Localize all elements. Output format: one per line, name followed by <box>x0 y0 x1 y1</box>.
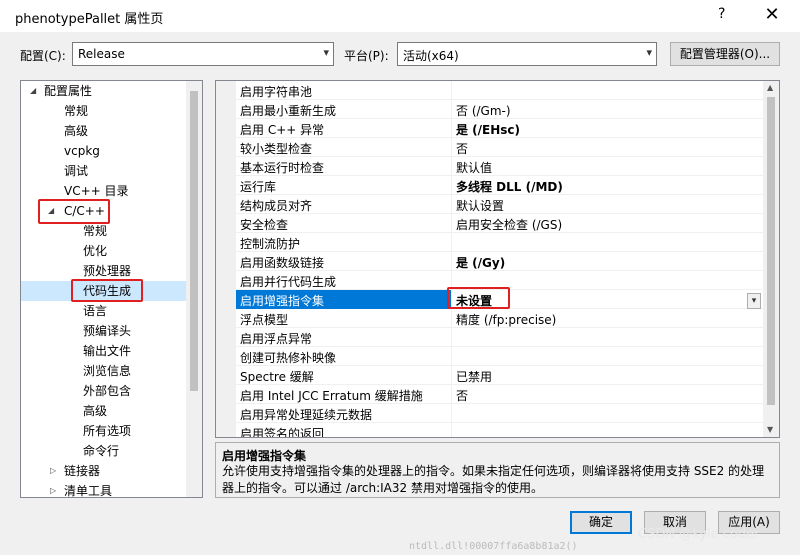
property-pages-dialog: phenotypePallet 属性页 ? ✕ 配置(C): Release ▾… <box>0 0 800 555</box>
property-row[interactable]: 创建可热修补映像 <box>216 347 763 366</box>
ok-button[interactable]: 确定 <box>570 511 632 534</box>
tree-item-external-includes[interactable]: 外部包含 <box>83 381 131 401</box>
property-row[interactable]: 运行库 多线程 DLL (/MD) <box>216 176 763 195</box>
tree-item-cpp-general[interactable]: 常规 <box>83 221 107 241</box>
tree-item-output-files[interactable]: 输出文件 <box>83 341 131 361</box>
tree-scrollbar-thumb[interactable] <box>190 91 198 391</box>
tree-item-debugging[interactable]: 调试 <box>64 161 88 181</box>
property-row[interactable]: 结构成员对齐 默认设置 <box>216 195 763 214</box>
tree-item-command-line[interactable]: 命令行 <box>83 441 119 461</box>
description-text: 允许使用支持增强指令集的处理器上的指令。如果未指定任何选项，则编译器将使用支持 … <box>222 464 765 495</box>
property-row[interactable]: 启用签名的返回 <box>216 423 763 437</box>
property-row[interactable]: 安全检查 启用安全检查 (/GS) <box>216 214 763 233</box>
description-panel: 启用增强指令集 允许使用支持增强指令集的处理器上的指令。如果未指定任何选项，则编… <box>215 442 780 498</box>
tree-item-optimization[interactable]: 优化 <box>83 241 107 261</box>
property-row[interactable]: 启用异常处理延续元数据 <box>216 404 763 423</box>
tree-item-advanced[interactable]: 高级 <box>64 121 88 141</box>
highlight-box <box>71 279 143 302</box>
tree-item-all-options[interactable]: 所有选项 <box>83 421 131 441</box>
chevron-down-icon: ▾ <box>323 46 329 59</box>
title-bar: phenotypePallet 属性页 ? ✕ <box>0 0 800 32</box>
config-combo[interactable]: Release ▾ <box>72 42 334 66</box>
config-value: Release <box>78 47 125 61</box>
collapsed-arrow-icon[interactable]: ▷ <box>50 466 56 475</box>
tree-item-language[interactable]: 语言 <box>83 301 107 321</box>
property-row[interactable]: 启用字符串池 <box>216 81 763 100</box>
grid-scrollbar-thumb[interactable] <box>767 97 775 405</box>
property-row[interactable]: Spectre 缓解 已禁用 <box>216 366 763 385</box>
property-row[interactable]: 启用 Intel JCC Erratum 缓解措施否 <box>216 385 763 404</box>
tree-item-linker[interactable]: 链接器 <box>64 461 100 481</box>
grid-scrollbar[interactable]: ▲ ▼ <box>763 81 779 437</box>
tree-item-browse-info[interactable]: 浏览信息 <box>83 361 131 381</box>
platform-combo[interactable]: 活动(x64) ▾ <box>397 42 657 66</box>
tree-item-vcpkg[interactable]: vcpkg <box>64 141 100 161</box>
config-manager-button[interactable]: 配置管理器(O)... <box>670 42 780 66</box>
tree-scrollbar[interactable] <box>186 81 202 497</box>
property-row[interactable]: 启用函数级链接是 (/Gy) <box>216 252 763 271</box>
highlight-box <box>447 287 510 309</box>
background-code-text: ntdll.dll!00007ffa6a8b81a2() <box>409 541 578 552</box>
property-grid: 启用字符串池 启用最小重新生成否 (/Gm-) 启用 C++ 异常是 (/EHs… <box>215 80 780 438</box>
tree-item-manifest-tool[interactable]: 清单工具 <box>64 481 112 497</box>
property-row[interactable]: 控制流防护 <box>216 233 763 252</box>
scroll-up-icon[interactable]: ▲ <box>767 83 773 92</box>
property-row[interactable]: 启用浮点异常 <box>216 328 763 347</box>
window-title: phenotypePallet 属性页 <box>15 12 164 27</box>
watermark: CSDN @kyle coder <box>638 527 760 542</box>
expanded-arrow-icon[interactable]: ◢ <box>30 86 36 95</box>
highlight-box <box>38 199 110 224</box>
help-button[interactable]: ? <box>718 6 725 22</box>
property-row[interactable]: 较小类型检查否 <box>216 138 763 157</box>
property-row[interactable]: 启用 C++ 异常是 (/EHsc) <box>216 119 763 138</box>
platform-label: 平台(P): <box>344 49 389 63</box>
tree-item-general[interactable]: 常规 <box>64 101 88 121</box>
tree-item-precompiled-headers[interactable]: 预编译头 <box>83 321 131 341</box>
description-title: 启用增强指令集 <box>222 449 307 463</box>
close-button[interactable]: ✕ <box>760 4 784 28</box>
chevron-down-icon: ▾ <box>646 46 652 59</box>
platform-value: 活动(x64) <box>403 49 459 63</box>
collapsed-arrow-icon[interactable]: ▷ <box>50 486 56 495</box>
tree-item-cpp-advanced[interactable]: 高级 <box>83 401 107 421</box>
config-label: 配置(C): <box>20 49 66 63</box>
tree-item-preprocessor[interactable]: 预处理器 <box>83 261 131 281</box>
property-row[interactable]: 启用最小重新生成否 (/Gm-) <box>216 100 763 119</box>
property-row[interactable]: 浮点模型 精度 (/fp:precise) <box>216 309 763 328</box>
tree-item-vc-directories[interactable]: VC++ 目录 <box>64 181 129 201</box>
chevron-down-icon[interactable]: ▾ <box>747 293 761 309</box>
property-row[interactable]: 基本运行时检查 默认值 <box>216 157 763 176</box>
scroll-down-icon[interactable]: ▼ <box>767 425 773 434</box>
tree-item-config-props[interactable]: 配置属性 <box>44 81 92 101</box>
